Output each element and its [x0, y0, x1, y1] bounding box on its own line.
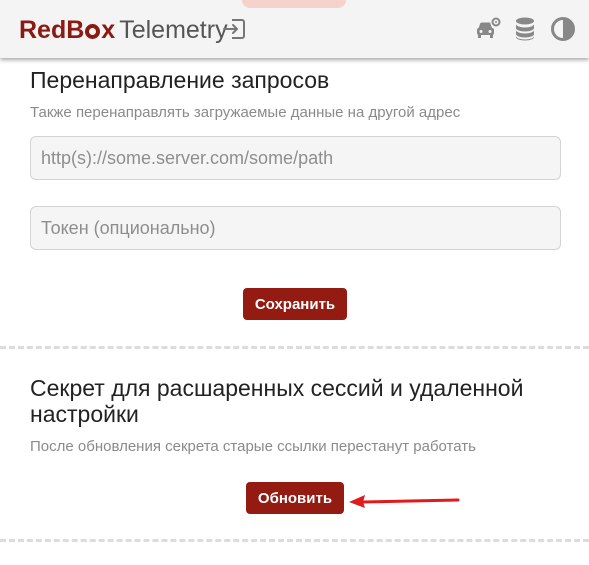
theme-toggle-icon[interactable] — [550, 16, 576, 42]
secret-section-note: После обновления секрета старые ссылки п… — [30, 438, 476, 455]
app-logo[interactable]: RedB x Telemetry — [19, 16, 228, 44]
logout-icon[interactable] — [222, 17, 246, 41]
secret-section-title-line1: Секрет для расшаренных сессий и удаленно… — [30, 375, 524, 401]
header-tab-hint — [242, 0, 346, 8]
section-divider — [0, 346, 589, 349]
annotation-arrow-icon — [349, 495, 460, 508]
secret-section-title: Секрет для расшаренных сессий и удаленно… — [30, 375, 523, 427]
brand-name: RedB x — [19, 16, 116, 44]
app-header: RedB x Telemetry — [0, 0, 589, 58]
settings-page: RedB x Telemetry Перенаправление запросо… — [0, 0, 589, 565]
database-icon[interactable] — [512, 16, 538, 42]
product-name: Telemetry — [119, 16, 228, 44]
brand-gear-icon — [85, 24, 101, 39]
redirect-section-title: Перенаправление запросов — [30, 67, 330, 93]
secret-section-title-line2: настройки — [30, 401, 139, 427]
update-secret-button[interactable]: Обновить — [246, 482, 344, 514]
redirect-url-input[interactable] — [30, 136, 561, 180]
redirect-token-input[interactable] — [30, 206, 561, 250]
redirect-section-note: Также перенаправлять загружаемые данные … — [30, 104, 461, 121]
car-settings-icon[interactable] — [475, 16, 501, 42]
save-button[interactable]: Сохранить — [243, 288, 347, 320]
section-divider-bottom — [0, 539, 589, 542]
